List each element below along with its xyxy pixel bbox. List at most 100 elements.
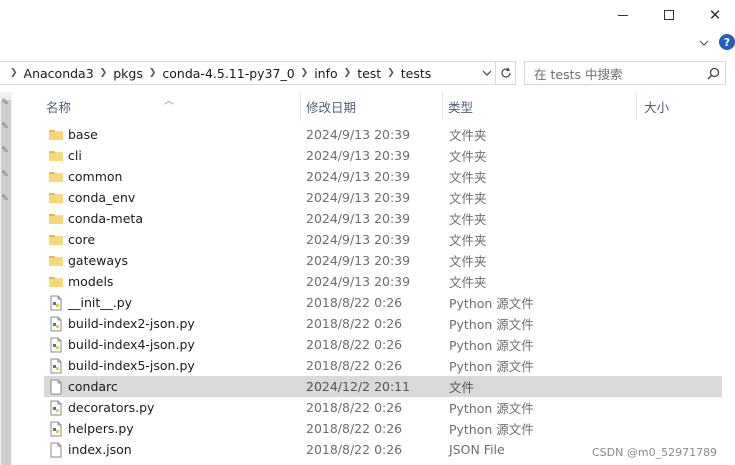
python-file-icon bbox=[48, 316, 64, 332]
file-type: 文件夹 bbox=[449, 128, 487, 143]
breadcrumb-item[interactable]: tests bbox=[401, 66, 432, 81]
ribbon-expand-button[interactable] bbox=[697, 36, 711, 50]
file-modified-date: 2024/9/13 20:39 bbox=[306, 211, 411, 226]
file-row[interactable]: decorators.py 2018/8/22 0:26 Python 源文件 bbox=[44, 397, 722, 418]
file-row[interactable]: conda-meta 2024/9/13 20:39 文件夹 bbox=[44, 208, 722, 229]
chevron-right-icon[interactable]: ❯ bbox=[143, 68, 163, 78]
search-input[interactable]: 在 tests 中搜索 bbox=[524, 61, 726, 85]
file-list: base 2024/9/13 20:39 文件夹 cli 2024/9/13 20:39… bbox=[44, 124, 722, 460]
search-icon bbox=[706, 67, 719, 80]
chevron-right-icon[interactable]: ❯ bbox=[381, 68, 401, 78]
file-row[interactable]: __init__.py 2018/8/22 0:26 Python 源文件 bbox=[44, 292, 722, 313]
file-row[interactable]: core 2024/9/13 20:39 文件夹 bbox=[44, 229, 722, 250]
chevron-right-icon[interactable]: ❯ bbox=[94, 68, 114, 78]
file-name: common bbox=[68, 169, 123, 184]
file-name: __init__.py bbox=[68, 295, 133, 310]
folder-icon bbox=[48, 274, 64, 290]
column-divider[interactable] bbox=[636, 92, 637, 120]
column-divider[interactable] bbox=[300, 92, 301, 120]
maximize-button[interactable] bbox=[646, 0, 692, 30]
file-type: JSON File bbox=[449, 442, 505, 457]
help-icon: ? bbox=[723, 35, 731, 49]
column-header-type[interactable]: 类型 bbox=[448, 92, 473, 120]
file-row[interactable]: helpers.py 2018/8/22 0:26 Python 源文件 bbox=[44, 418, 722, 439]
python-file-icon bbox=[48, 421, 64, 437]
file-row[interactable]: cli 2024/9/13 20:39 文件夹 bbox=[44, 145, 722, 166]
folder-icon bbox=[48, 253, 64, 269]
file-row[interactable]: conda_env 2024/9/13 20:39 文件夹 bbox=[44, 187, 722, 208]
file-name: build-index5-json.py bbox=[68, 358, 195, 373]
close-button[interactable]: ✕ bbox=[692, 0, 735, 30]
python-file-icon bbox=[48, 400, 64, 416]
file-row[interactable]: build-index2-json.py 2018/8/22 0:26 Python… bbox=[44, 313, 722, 334]
file-type: 文件夹 bbox=[449, 170, 487, 185]
file-modified-date: 2018/8/22 0:26 bbox=[306, 421, 403, 436]
folder-icon bbox=[48, 127, 64, 143]
file-name: index.json bbox=[68, 442, 132, 457]
file-row[interactable]: build-index5-json.py 2018/8/22 0:26 Python… bbox=[44, 355, 722, 376]
folder-icon bbox=[48, 169, 64, 185]
minimize-icon bbox=[618, 14, 628, 16]
breadcrumb-item[interactable]: pkgs bbox=[113, 66, 143, 81]
folder-icon bbox=[48, 232, 64, 248]
file-row[interactable]: gateways 2024/9/13 20:39 文件夹 bbox=[44, 250, 722, 271]
file-name: gateways bbox=[68, 253, 128, 268]
chevron-right-icon[interactable]: ❯ bbox=[295, 68, 315, 78]
python-file-icon bbox=[48, 337, 64, 353]
blank-file-icon bbox=[48, 442, 64, 458]
file-name: build-index4-json.py bbox=[68, 337, 195, 352]
file-name: conda-meta bbox=[68, 211, 143, 226]
help-button[interactable]: ? bbox=[719, 34, 735, 50]
file-type: 文件夹 bbox=[449, 212, 487, 227]
column-divider[interactable] bbox=[442, 92, 443, 120]
file-row[interactable]: common 2024/9/13 20:39 文件夹 bbox=[44, 166, 722, 187]
search-button[interactable] bbox=[701, 62, 725, 84]
column-header-date[interactable]: 修改日期 bbox=[306, 92, 356, 120]
file-type: 文件夹 bbox=[449, 233, 487, 248]
file-type: Python 源文件 bbox=[449, 422, 534, 437]
column-header-size[interactable]: 大小 bbox=[644, 92, 669, 120]
sort-ascending-icon: ︿ bbox=[164, 96, 174, 107]
refresh-button[interactable] bbox=[496, 61, 516, 85]
file-modified-date: 2024/9/13 20:39 bbox=[306, 127, 411, 142]
breadcrumb-item[interactable]: conda-4.5.11-py37_0 bbox=[162, 66, 294, 81]
file-name: core bbox=[68, 232, 96, 247]
file-row[interactable]: condarc 2024/12/2 20:11 文件 bbox=[44, 376, 722, 397]
column-header-name[interactable]: 名称 bbox=[46, 92, 71, 120]
file-name: build-index2-json.py bbox=[68, 316, 195, 331]
file-modified-date: 2018/8/22 0:26 bbox=[306, 337, 403, 352]
breadcrumb-item[interactable]: info bbox=[314, 66, 337, 81]
file-row[interactable]: models 2024/9/13 20:39 文件夹 bbox=[44, 271, 722, 292]
pin-icon: ✎ bbox=[1, 170, 9, 180]
breadcrumb: ❯ Anaconda3 ❯ pkgs ❯ conda-4.5.11-py37_0 ❯ info… bbox=[0, 62, 477, 84]
file-name: cli bbox=[68, 148, 82, 163]
minimize-button[interactable] bbox=[600, 0, 646, 30]
file-name: helpers.py bbox=[68, 421, 134, 436]
file-type: 文件夹 bbox=[449, 275, 487, 290]
file-type: Python 源文件 bbox=[449, 296, 534, 311]
address-history-button[interactable] bbox=[477, 62, 495, 84]
folder-icon bbox=[48, 211, 64, 227]
address-bar[interactable]: ❯ Anaconda3 ❯ pkgs ❯ conda-4.5.11-py37_0 ❯ info… bbox=[0, 61, 496, 85]
close-icon: ✕ bbox=[708, 5, 722, 24]
python-file-icon bbox=[48, 295, 64, 311]
file-type: 文件夹 bbox=[449, 191, 487, 206]
file-type: Python 源文件 bbox=[449, 317, 534, 332]
chevron-down-icon bbox=[482, 70, 491, 76]
pin-icon: ✎ bbox=[1, 98, 9, 108]
file-name: base bbox=[68, 127, 98, 142]
pin-icon: ✎ bbox=[1, 122, 9, 132]
file-modified-date: 2024/9/13 20:39 bbox=[306, 190, 411, 205]
file-type: Python 源文件 bbox=[449, 401, 534, 416]
breadcrumb-item[interactable]: test bbox=[357, 66, 381, 81]
file-modified-date: 2018/8/22 0:26 bbox=[306, 316, 403, 331]
file-row[interactable]: base 2024/9/13 20:39 文件夹 bbox=[44, 124, 722, 145]
file-name: models bbox=[68, 274, 114, 289]
file-row[interactable]: build-index4-json.py 2018/8/22 0:26 Python… bbox=[44, 334, 722, 355]
navigation-pane[interactable]: ✎ ✎ ✎ ✎ ✎ bbox=[0, 92, 12, 465]
chevron-right-icon[interactable]: ❯ bbox=[4, 68, 24, 78]
chevron-right-icon[interactable]: ❯ bbox=[338, 68, 358, 78]
chevron-down-icon bbox=[699, 40, 709, 46]
file-modified-date: 2018/8/22 0:26 bbox=[306, 442, 403, 457]
breadcrumb-item[interactable]: Anaconda3 bbox=[24, 66, 94, 81]
